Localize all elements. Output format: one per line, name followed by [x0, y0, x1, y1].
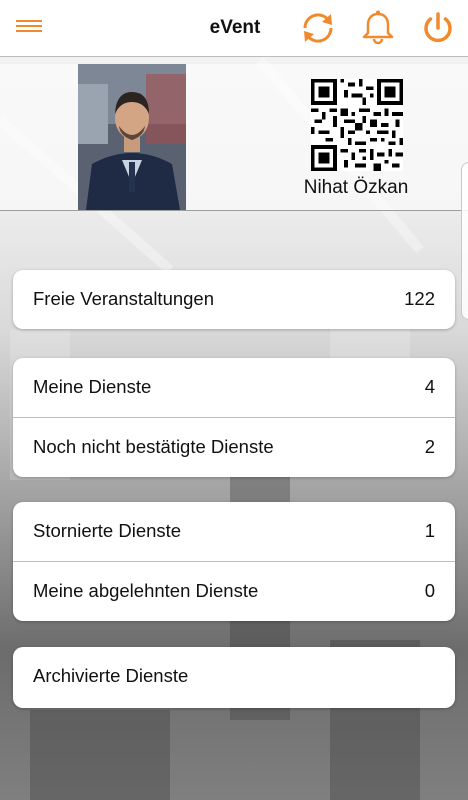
sync-icon — [303, 13, 333, 43]
list-item-cancelled-services[interactable]: Stornierte Dienste 1 — [13, 502, 455, 561]
list-item-label: Noch nicht bestätigte Dienste — [33, 436, 274, 457]
list-item-count: 2 — [424, 436, 435, 457]
app-header: eVent — [0, 0, 468, 57]
menu-icon-bar — [16, 25, 42, 27]
card-my-services: Meine Dienste 4 Noch nicht bestätigte Di… — [13, 358, 455, 477]
list-item-my-services[interactable]: Meine Dienste 4 — [13, 358, 455, 417]
list-item-label: Freie Veranstaltungen — [33, 288, 215, 309]
power-icon — [424, 12, 452, 43]
card-cancelled-services: Stornierte Dienste 1 Meine abgelehnten D… — [13, 502, 455, 621]
list-item-free-events[interactable]: Freie Veranstaltungen 122 — [13, 270, 455, 329]
list-item-label: Meine Dienste — [33, 376, 152, 397]
list-item-label: Meine abgelehnten Dienste — [33, 580, 259, 601]
card-events: Freie Veranstaltungen 122 — [13, 270, 455, 329]
list-item-count: 122 — [404, 288, 435, 309]
menu-icon — [16, 20, 42, 22]
list-item-label: Archivierte Dienste — [33, 665, 189, 686]
menu-button[interactable] — [12, 13, 46, 41]
bell-icon — [362, 10, 394, 45]
card-archived-services: Archivierte Dienste — [13, 647, 455, 708]
list-item-count: 1 — [424, 520, 435, 541]
profile-section: Nihat Özkan — [0, 64, 468, 211]
sync-button[interactable] — [296, 6, 340, 50]
list-item-count: 0 — [424, 580, 435, 601]
list-item-declined-services[interactable]: Meine abgelehnten Dienste 0 — [13, 561, 455, 621]
side-drawer-handle[interactable] — [461, 162, 468, 320]
list-item-archived-services[interactable]: Archivierte Dienste — [13, 647, 455, 708]
qr-code — [311, 79, 403, 171]
menu-icon-bar — [16, 30, 42, 32]
logout-button[interactable] — [416, 6, 460, 50]
notifications-button[interactable] — [356, 6, 400, 50]
app-title: eVent — [209, 17, 261, 38]
avatar — [78, 64, 186, 210]
list-item-unconfirmed-services[interactable]: Noch nicht bestätigte Dienste 2 — [13, 417, 455, 477]
list-item-label: Stornierte Dienste — [33, 520, 182, 541]
list-item-count: 4 — [424, 376, 435, 397]
user-name: Nihat Özkan — [303, 177, 409, 198]
